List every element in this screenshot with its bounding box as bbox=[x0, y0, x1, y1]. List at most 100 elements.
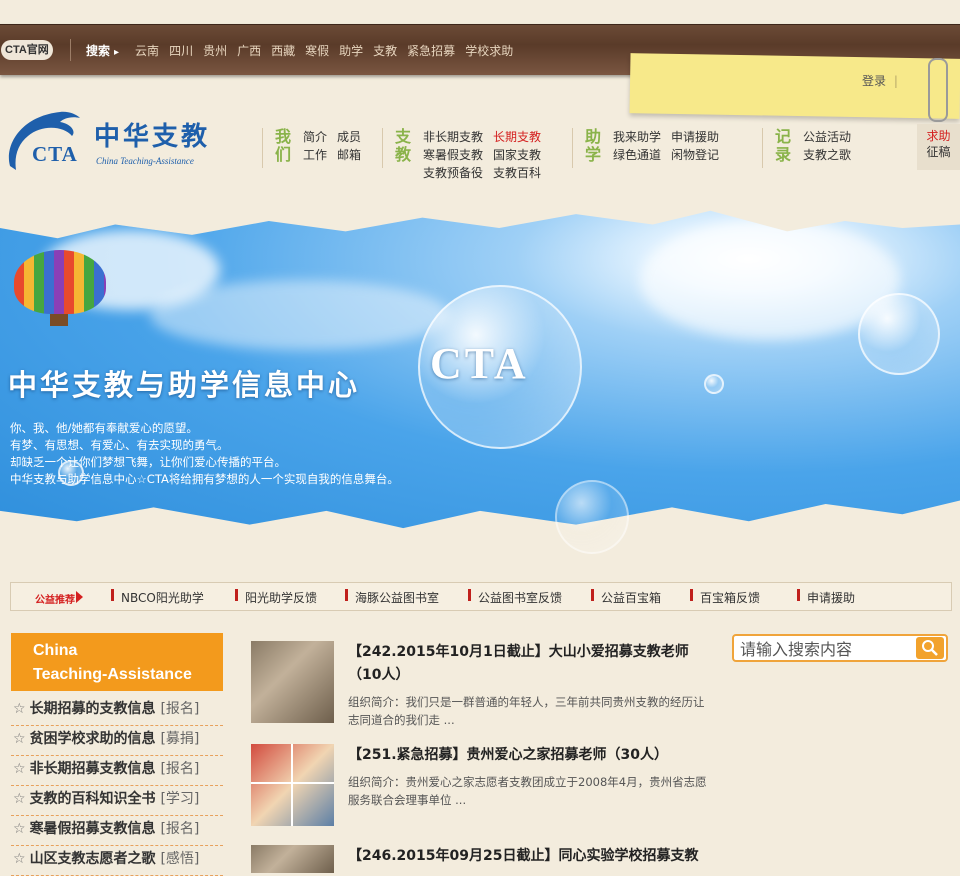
help-submit-box[interactable]: 求助 征稿 bbox=[917, 124, 960, 170]
top-nav-link[interactable]: 紧急招募 bbox=[407, 42, 455, 59]
nav-link[interactable]: 寒暑假支教 bbox=[423, 146, 483, 164]
banner-title: 中华支教与助学信息中心 bbox=[8, 368, 361, 402]
nav-link[interactable]: 公益活动 bbox=[803, 128, 851, 146]
sidebar-list: ☆ 长期招募的支教信息 [报名] ☆ 贫困学校求助的信息 [募捐] ☆ 非长期招募支教… bbox=[11, 696, 223, 876]
top-search-label: 搜索 bbox=[86, 42, 119, 59]
cta-official-link[interactable]: CTA官网 bbox=[1, 40, 53, 60]
sidebar-item-label: 贫困学校求助的信息 bbox=[29, 731, 156, 747]
recommend-link[interactable]: 百宝箱反馈 bbox=[690, 589, 760, 606]
star-icon: ☆ bbox=[13, 851, 26, 867]
sidebar-item[interactable]: ☆ 长期招募的支教信息 [报名] bbox=[11, 696, 223, 726]
help-link[interactable]: 求助 bbox=[917, 128, 960, 144]
sidebar-item[interactable]: ☆ 支教的百科知识全书 [学习] bbox=[11, 786, 223, 816]
sidebar-item[interactable]: ☆ 山区支教志愿者之歌 [感悟] bbox=[11, 846, 223, 876]
site-logo[interactable]: 中华支教 CTA China Teaching-Assistance bbox=[2, 104, 222, 179]
nav-link[interactable]: 我来助学 bbox=[613, 128, 661, 146]
star-icon: ☆ bbox=[13, 791, 26, 807]
top-nav-link[interactable]: 云南 bbox=[135, 42, 159, 59]
news-thumbnail[interactable] bbox=[251, 744, 334, 826]
nav-separator bbox=[762, 128, 763, 168]
nav-group-teaching: 支教 非长期支教 长期支教 寒暑假支教 国家支教 支教预备役 支教百科 bbox=[395, 128, 541, 182]
sidebar-item-tag: [感悟] bbox=[160, 851, 200, 867]
top-nav-link[interactable]: 贵州 bbox=[203, 42, 227, 59]
news-thumbnail[interactable] bbox=[251, 641, 334, 723]
recommend-link[interactable]: 公益百宝箱 bbox=[591, 589, 661, 606]
top-nav-link[interactable]: 学校求助 bbox=[465, 42, 513, 59]
logo-cta-text: CTA bbox=[32, 142, 78, 166]
nav-group-head: 我们 bbox=[275, 127, 292, 164]
sidebar-item-tag: [学习] bbox=[160, 791, 200, 807]
nav-link[interactable]: 申请援助 bbox=[671, 128, 719, 146]
nav-link[interactable]: 成员 bbox=[337, 128, 361, 146]
nav-link[interactable]: 支教之歌 bbox=[803, 146, 851, 164]
sidebar-item-tag: [报名] bbox=[160, 821, 200, 837]
news-thumbnail[interactable] bbox=[251, 845, 334, 873]
top-nav: 搜索 云南 四川 贵州 广西 西藏 寒假 助学 支教 紧急招募 学校求助 bbox=[86, 42, 513, 59]
sidebar-item-label: 长期招募的支教信息 bbox=[29, 701, 156, 717]
sidebar-title-line: China bbox=[33, 642, 78, 659]
top-nav-link[interactable]: 助学 bbox=[339, 42, 363, 59]
news-title[interactable]: 【246.2015年09月25日截止】同心实验学校招募支教 bbox=[348, 848, 698, 864]
top-nav-link[interactable]: 广西 bbox=[237, 42, 261, 59]
sidebar-item-label: 寒暑假招募支教信息 bbox=[29, 821, 156, 837]
sidebar-item-tag: [募捐] bbox=[160, 731, 200, 747]
nav-group-head: 支教 bbox=[395, 127, 412, 164]
banner-text: 你、我、他/她都有奉献爱心的愿望。 有梦、有思想、有爱心、有去实现的勇气。 却缺… bbox=[10, 420, 399, 488]
nav-link[interactable]: 支教预备役 bbox=[423, 164, 483, 182]
recommend-label: 公益推荐 bbox=[35, 591, 83, 606]
login-link[interactable]: 登录 bbox=[862, 72, 898, 89]
top-nav-link[interactable]: 寒假 bbox=[305, 42, 329, 59]
balloon-basket bbox=[50, 314, 68, 326]
search-box bbox=[732, 634, 948, 662]
recommend-link[interactable]: NBCO阳光助学 bbox=[111, 589, 204, 606]
sidebar-title-line: Teaching-Assistance bbox=[33, 666, 192, 683]
top-nav-link[interactable]: 支教 bbox=[373, 42, 397, 59]
nav-group-head: 助学 bbox=[585, 127, 602, 164]
sidebar-item-tag: [报名] bbox=[160, 701, 200, 717]
nav-link[interactable]: 国家支教 bbox=[493, 146, 541, 164]
news-title[interactable]: 【242.2015年10月1日截止】大山小爱招募支教老师（10人） bbox=[348, 644, 689, 683]
submit-link[interactable]: 征稿 bbox=[926, 145, 950, 159]
sidebar-item-label: 支教的百科知识全书 bbox=[29, 791, 156, 807]
bubble-cta-text: CTA bbox=[430, 339, 529, 388]
top-nav-link[interactable]: 四川 bbox=[169, 42, 193, 59]
topbar-divider bbox=[70, 39, 71, 61]
top-nav-link[interactable]: 西藏 bbox=[271, 42, 295, 59]
star-icon: ☆ bbox=[13, 821, 26, 837]
sidebar-title: China Teaching-Assistance bbox=[11, 633, 223, 691]
sidebar-item[interactable]: ☆ 非长期招募支教信息 [报名] bbox=[11, 756, 223, 786]
star-icon: ☆ bbox=[13, 731, 26, 747]
news-description: 组织简介：我们只是一群普通的年轻人，三年前共同贵州支教的经历让志同道合的我们走 … bbox=[348, 695, 705, 727]
star-icon: ☆ bbox=[13, 701, 26, 717]
nav-link[interactable]: 非长期支教 bbox=[423, 128, 483, 146]
search-input[interactable] bbox=[738, 638, 918, 660]
nav-link[interactable]: 简介 bbox=[303, 128, 327, 146]
nav-link[interactable]: 绿色通道 bbox=[613, 146, 661, 164]
news-description: 组织简介：贵州爱心之家志愿者支教团成立于2008年4月，贵州省志愿服务联合会理事… bbox=[348, 775, 707, 807]
recommend-link[interactable]: 公益图书室反馈 bbox=[468, 589, 562, 606]
nav-link-highlight[interactable]: 长期支教 bbox=[493, 128, 541, 146]
news-title[interactable]: 【251.紧急招募】贵州爱心之家招募老师（30人） bbox=[348, 747, 668, 763]
logo-english: China Teaching-Assistance bbox=[96, 156, 194, 166]
cloud bbox=[150, 280, 450, 350]
sidebar-item[interactable]: ☆ 贫困学校求助的信息 [募捐] bbox=[11, 726, 223, 756]
paperclip-icon bbox=[928, 58, 948, 122]
search-icon bbox=[922, 640, 938, 656]
recommend-link[interactable]: 海豚公益图书室 bbox=[345, 589, 439, 606]
sidebar-item-label: 山区支教志愿者之歌 bbox=[29, 851, 156, 867]
star-icon: ☆ bbox=[13, 761, 26, 777]
nav-group-about: 我们 简介 成员 工作 邮箱 bbox=[275, 128, 361, 164]
recommend-link[interactable]: 阳光助学反馈 bbox=[235, 589, 317, 606]
nav-separator bbox=[572, 128, 573, 168]
search-button[interactable] bbox=[916, 637, 944, 659]
nav-link[interactable]: 支教百科 bbox=[493, 164, 541, 182]
nav-link[interactable]: 工作 bbox=[303, 146, 327, 164]
hot-air-balloon-icon bbox=[14, 250, 106, 314]
bubble bbox=[704, 374, 724, 394]
nav-link[interactable]: 邮箱 bbox=[337, 146, 361, 164]
banner-line: 中华支教与助学信息中心☆CTA将给拥有梦想的人一个实现自我的信息舞台。 bbox=[10, 472, 399, 486]
recommend-link[interactable]: 申请援助 bbox=[797, 589, 855, 606]
nav-link[interactable]: 闲物登记 bbox=[671, 146, 719, 164]
sticky-note bbox=[629, 53, 960, 119]
sidebar-item[interactable]: ☆ 寒暑假招募支教信息 [报名] bbox=[11, 816, 223, 846]
